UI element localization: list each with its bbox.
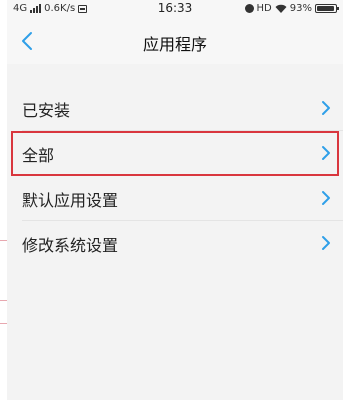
menu-item-label: 全部 (22, 145, 55, 165)
menu-item-label: 默认应用设置 (22, 190, 119, 210)
menu-item-all[interactable]: 全部 (11, 131, 339, 176)
battery-icon (315, 4, 339, 13)
chevron-right-icon (322, 236, 330, 250)
chevron-right-icon (322, 146, 330, 160)
left-edge-strip (0, 0, 7, 400)
settings-list: 已安装 全部 默认应用设置 修改系统设置 (7, 86, 343, 266)
menu-item-default-apps[interactable]: 默认应用设置 (7, 176, 343, 221)
edge-mark (0, 323, 7, 324)
edge-mark (0, 300, 7, 301)
phone-screen: 4G 0.6K/s 16:33 HD 93% 应用程序 已安装 全部 默认应用设… (7, 0, 343, 400)
status-right: HD 93% (244, 3, 339, 14)
menu-item-label: 已安装 (22, 100, 71, 120)
menu-item-label: 修改系统设置 (22, 235, 119, 255)
battery-percent: 93% (289, 3, 312, 14)
alarm-icon (244, 4, 254, 13)
navigation-bar: 应用程序 (7, 18, 343, 64)
page-title: 应用程序 (142, 35, 207, 54)
menu-item-modify-system-settings[interactable]: 修改系统设置 (7, 221, 343, 266)
wifi-icon (275, 4, 287, 13)
edge-mark (0, 240, 7, 241)
menu-item-installed[interactable]: 已安装 (7, 86, 343, 131)
status-bar: 4G 0.6K/s 16:33 HD 93% (7, 0, 343, 18)
hd-indicator: HD (256, 3, 272, 14)
chevron-right-icon (322, 191, 330, 205)
chevron-right-icon (322, 101, 330, 115)
